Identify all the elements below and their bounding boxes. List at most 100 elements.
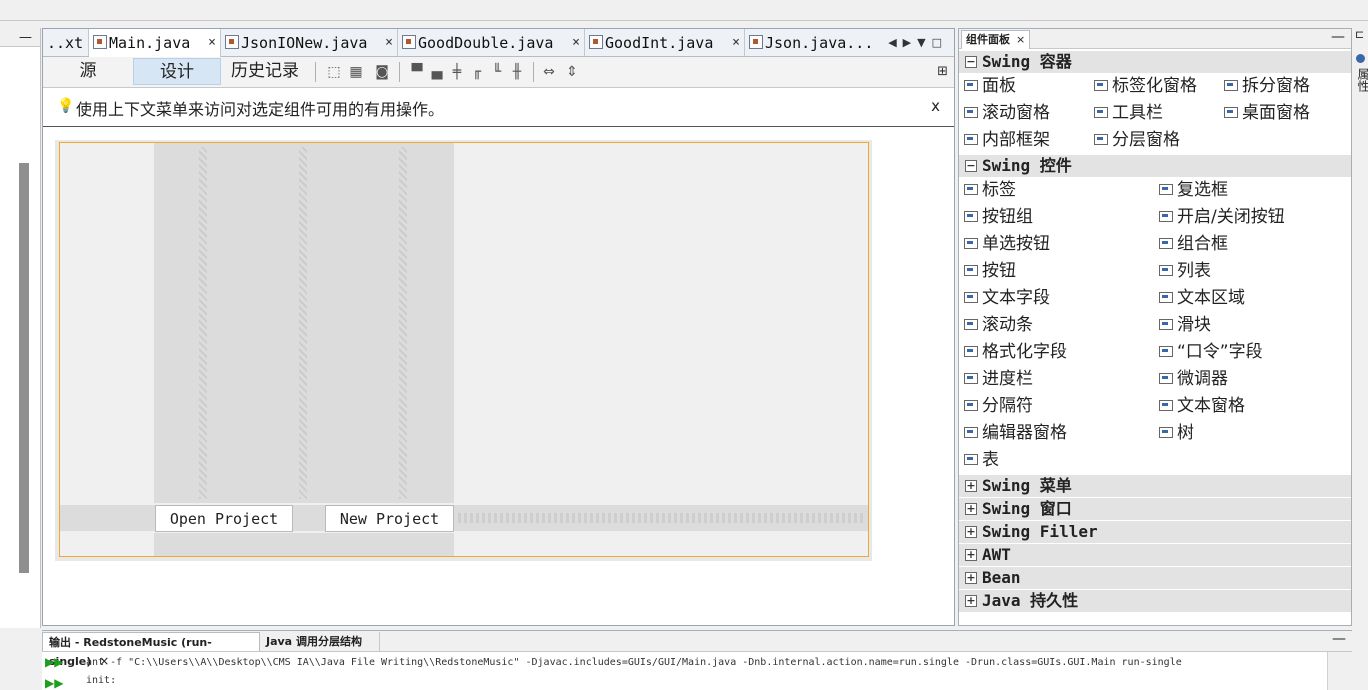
close-icon[interactable]: ×: [732, 29, 740, 57]
palette-item[interactable]: “口令”字段: [1159, 339, 1263, 365]
tab-java-call-hierarchy[interactable]: Java 调用分层结构: [260, 632, 380, 651]
center-horizontal-icon[interactable]: ╪: [449, 64, 465, 80]
form-frame[interactable]: Open Project New Project: [59, 142, 869, 557]
category-swing-menus[interactable]: + Swing 菜单: [959, 475, 1351, 497]
rerun-with-options-icon[interactable]: ▶▶: [45, 677, 63, 690]
minimize-icon[interactable]: —: [1331, 29, 1345, 45]
left-dock-scrollbar[interactable]: [19, 163, 29, 573]
open-project-button[interactable]: Open Project: [155, 505, 293, 532]
resize-vertical-icon[interactable]: ⇕: [564, 64, 580, 80]
layout-gap-marker: [299, 147, 307, 499]
history-view-button[interactable]: 历史记录: [227, 58, 303, 85]
palette-item[interactable]: 文本区域: [1159, 285, 1245, 311]
palette-item[interactable]: 滑块: [1159, 312, 1211, 338]
palette-item[interactable]: 开启/关闭按钮: [1159, 204, 1285, 230]
palette-item[interactable]: 树: [1159, 420, 1194, 446]
category-java-persistence[interactable]: + Java 持久性: [959, 590, 1351, 612]
expand-icon[interactable]: +: [965, 480, 977, 492]
connection-mode-icon[interactable]: ▦: [348, 64, 364, 80]
close-icon[interactable]: ×: [208, 29, 216, 57]
category-swing-windows[interactable]: + Swing 窗口: [959, 498, 1351, 520]
palette-item[interactable]: 组合框: [1159, 231, 1228, 257]
category-bean[interactable]: + Bean: [959, 567, 1351, 589]
palette-item[interactable]: 滚动窗格: [964, 100, 1050, 126]
hint-text: 使用上下文菜单来访问对选定组件可用的有用操作。: [76, 100, 445, 119]
palette-item[interactable]: 桌面窗格: [1224, 100, 1310, 126]
category-swing-controls[interactable]: − Swing 控件: [959, 155, 1351, 177]
palette-item[interactable]: 按钮: [964, 258, 1016, 284]
expand-icon[interactable]: +: [965, 503, 977, 515]
close-icon[interactable]: ×: [572, 29, 580, 57]
properties-icon[interactable]: [1356, 54, 1365, 63]
align-left-icon[interactable]: ▀: [409, 64, 425, 80]
palette-item[interactable]: 分隔符: [964, 393, 1033, 419]
grid-icon[interactable]: ⊞: [937, 64, 948, 79]
align-bottom-icon[interactable]: ╙: [489, 64, 505, 80]
palette-item[interactable]: 文本窗格: [1159, 393, 1245, 419]
tab-goodint-java[interactable]: GoodInt.java ×: [585, 29, 745, 56]
palette-title: 组件面板: [966, 33, 1010, 46]
category-swing-containers[interactable]: − Swing 容器: [959, 51, 1351, 73]
category-swing-filler[interactable]: + Swing Filler: [959, 521, 1351, 543]
minimize-icon[interactable]: —: [19, 30, 32, 45]
palette-item[interactable]: 标签: [964, 177, 1016, 203]
properties-dock-label[interactable]: 属性: [1355, 68, 1368, 92]
category-awt[interactable]: + AWT: [959, 544, 1351, 566]
resize-horizontal-icon[interactable]: ⇔: [541, 64, 557, 80]
tab-output[interactable]: 输出 - RedstoneMusic (run-single) ×: [42, 632, 260, 668]
close-icon[interactable]: ×: [1016, 33, 1025, 46]
palette-item[interactable]: 进度栏: [964, 366, 1033, 392]
align-top-icon[interactable]: ╓: [469, 64, 485, 80]
output-scrollbar[interactable]: [1327, 652, 1352, 690]
left-dock-panel: —: [0, 28, 41, 628]
expand-icon[interactable]: +: [965, 549, 977, 561]
palette-item[interactable]: 微调器: [1159, 366, 1228, 392]
layout-gap-marker: [399, 147, 407, 499]
tab-json-java[interactable]: Json.java...: [745, 29, 881, 56]
rerun-icon[interactable]: ▶▶: [45, 656, 63, 669]
collapse-icon[interactable]: −: [965, 160, 977, 172]
center-vertical-icon[interactable]: ╫: [509, 64, 525, 80]
tab-gooddouble-java[interactable]: GoodDouble.java ×: [398, 29, 585, 56]
palette-item[interactable]: 编辑器窗格: [964, 420, 1067, 446]
palette-item[interactable]: 标签化窗格: [1094, 73, 1197, 99]
align-right-icon[interactable]: ▄: [429, 64, 445, 80]
design-view-button[interactable]: 设计: [133, 58, 221, 85]
palette-item[interactable]: 内部框架: [964, 127, 1050, 153]
collapse-icon[interactable]: −: [965, 56, 977, 68]
component-icon: [964, 292, 978, 303]
dock-pin-icon[interactable]: ⊏: [1355, 28, 1364, 41]
palette-item[interactable]: 格式化字段: [964, 339, 1067, 365]
palette-item[interactable]: 滚动条: [964, 312, 1033, 338]
palette-item[interactable]: 文本字段: [964, 285, 1050, 311]
hint-close-button[interactable]: x: [931, 97, 940, 115]
item-label: 滚动条: [982, 315, 1033, 335]
palette-item[interactable]: 表: [964, 447, 999, 473]
new-project-button[interactable]: New Project: [325, 505, 454, 532]
selection-mode-icon[interactable]: ⬚: [326, 64, 342, 80]
palette-item[interactable]: 拆分窗格: [1224, 73, 1310, 99]
close-icon[interactable]: ×: [385, 29, 393, 57]
palette-item[interactable]: 单选按钮: [964, 231, 1050, 257]
expand-icon[interactable]: +: [965, 595, 977, 607]
palette-tab[interactable]: 组件面板 ×: [961, 30, 1031, 49]
palette-item[interactable]: 分层窗格: [1094, 127, 1180, 153]
expand-icon[interactable]: +: [965, 572, 977, 584]
preview-design-icon[interactable]: ◙: [374, 64, 390, 80]
palette-item[interactable]: 列表: [1159, 258, 1211, 284]
output-tab-bar: 输出 - RedstoneMusic (run-single) × Java 调用…: [42, 631, 1352, 668]
component-icon: [1159, 373, 1173, 384]
palette-item[interactable]: 复选框: [1159, 177, 1228, 203]
tab-xt[interactable]: ..xt: [43, 29, 89, 56]
item-label: 标签: [982, 180, 1016, 200]
source-view-button[interactable]: 源: [63, 58, 113, 85]
palette-item[interactable]: 工具栏: [1094, 100, 1163, 126]
tab-main-java[interactable]: Main.java ×: [89, 29, 221, 57]
palette-item[interactable]: 面板: [964, 73, 1016, 99]
tab-jsonionew-java[interactable]: JsonIONew.java ×: [221, 29, 398, 56]
expand-icon[interactable]: +: [965, 526, 977, 538]
minimize-icon[interactable]: —: [1332, 631, 1346, 647]
palette-item[interactable]: 按钮组: [964, 204, 1033, 230]
component-icon: [1159, 265, 1173, 276]
tab-navigation-icons[interactable]: ◀▶▼□: [888, 29, 948, 56]
